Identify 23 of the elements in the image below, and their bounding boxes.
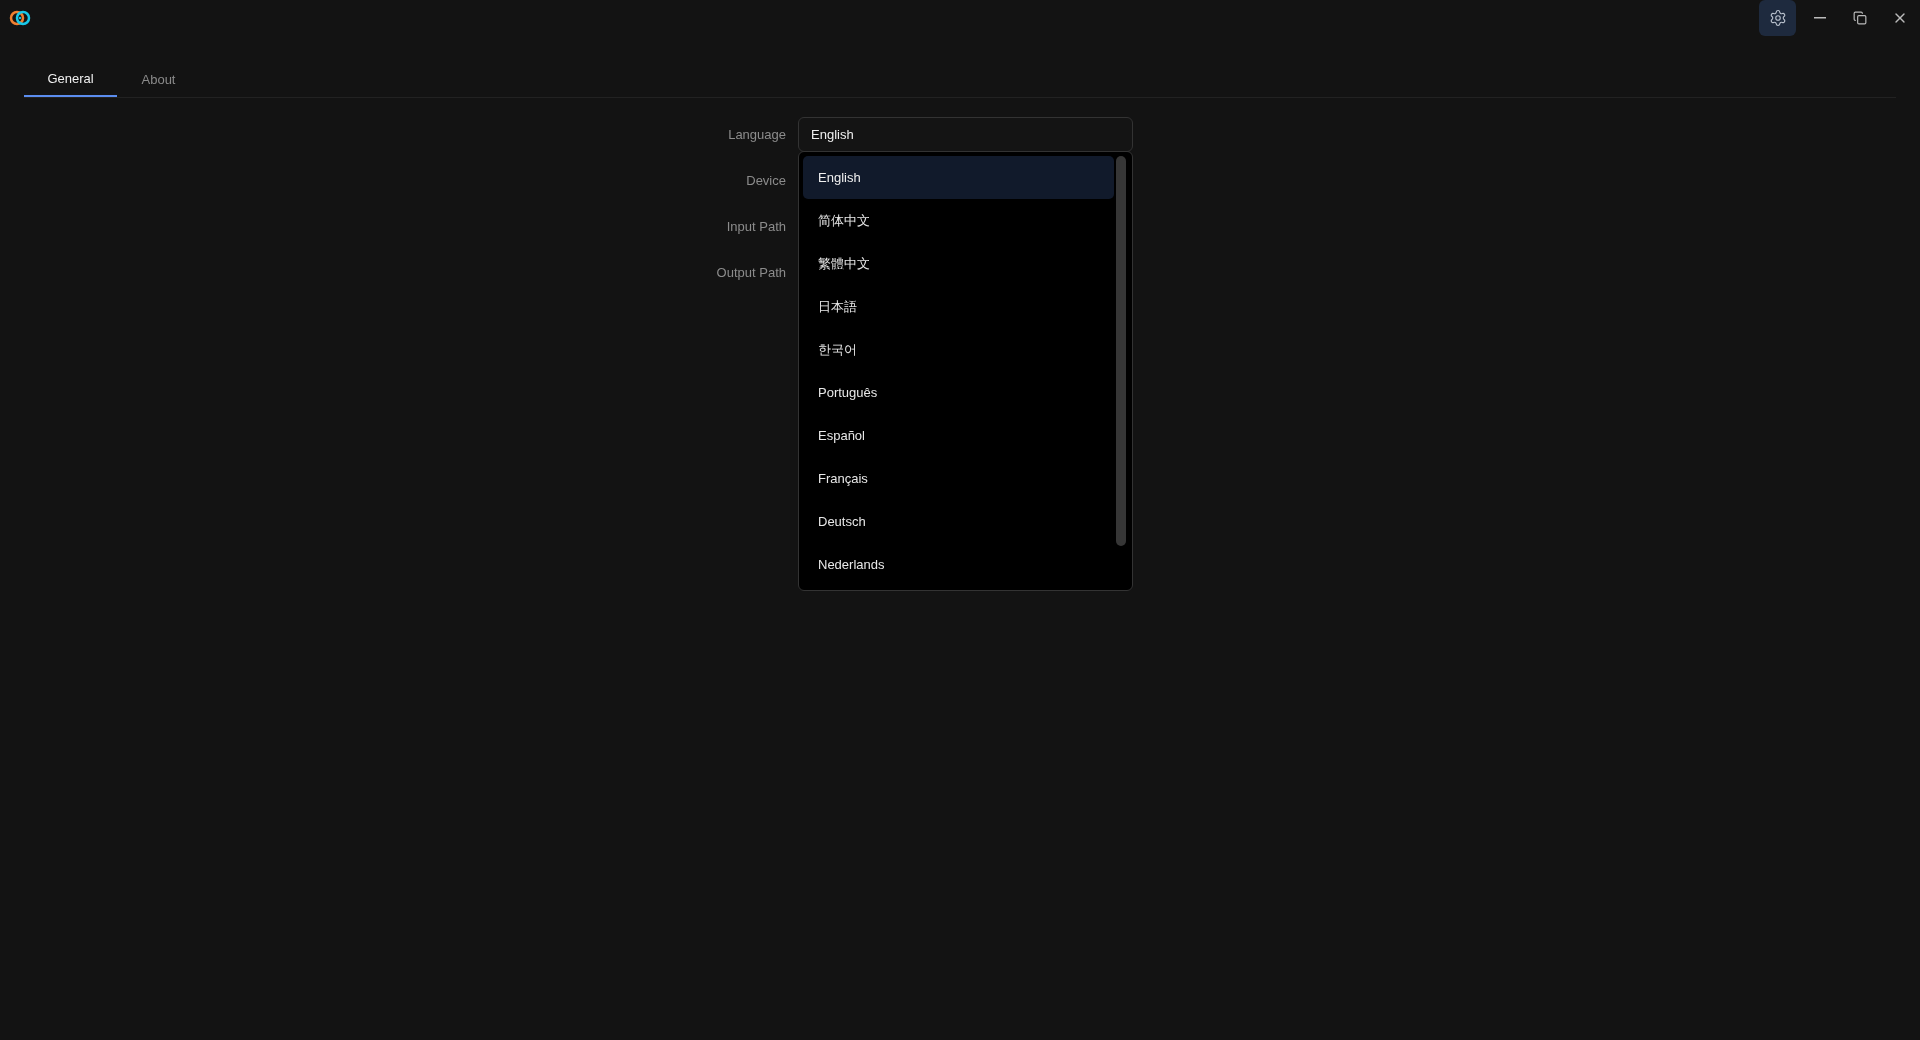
language-option[interactable]: Français bbox=[803, 457, 1114, 500]
field-label: Device bbox=[745, 171, 786, 190]
scrollbar-thumb[interactable] bbox=[1116, 156, 1126, 546]
language-option[interactable]: 日本語 bbox=[803, 285, 1114, 328]
field-label: Output Path bbox=[715, 263, 786, 282]
field-label: Language bbox=[727, 125, 786, 144]
language-option[interactable]: Nederlands bbox=[803, 543, 1114, 586]
language-option[interactable]: Deutsch bbox=[803, 500, 1114, 543]
language-option[interactable]: English bbox=[803, 156, 1114, 199]
language-option[interactable]: Português bbox=[803, 371, 1114, 414]
tab[interactable]: About bbox=[117, 62, 200, 97]
minimize-icon bbox=[1814, 17, 1826, 19]
tab[interactable]: General bbox=[24, 62, 117, 97]
language-option[interactable]: 繁體中文 bbox=[803, 242, 1114, 285]
language-select[interactable]: English bbox=[798, 117, 1133, 152]
app-logo-icon bbox=[8, 10, 32, 26]
language-option[interactable]: 한국어 bbox=[803, 328, 1114, 371]
settings-icon bbox=[1768, 9, 1787, 27]
language-option[interactable]: 简体中文 bbox=[803, 199, 1114, 242]
restore-icon bbox=[1853, 11, 1867, 25]
field-label: Input Path bbox=[725, 217, 786, 236]
settings-button[interactable] bbox=[1759, 0, 1796, 36]
language-option[interactable]: Español bbox=[803, 414, 1114, 457]
